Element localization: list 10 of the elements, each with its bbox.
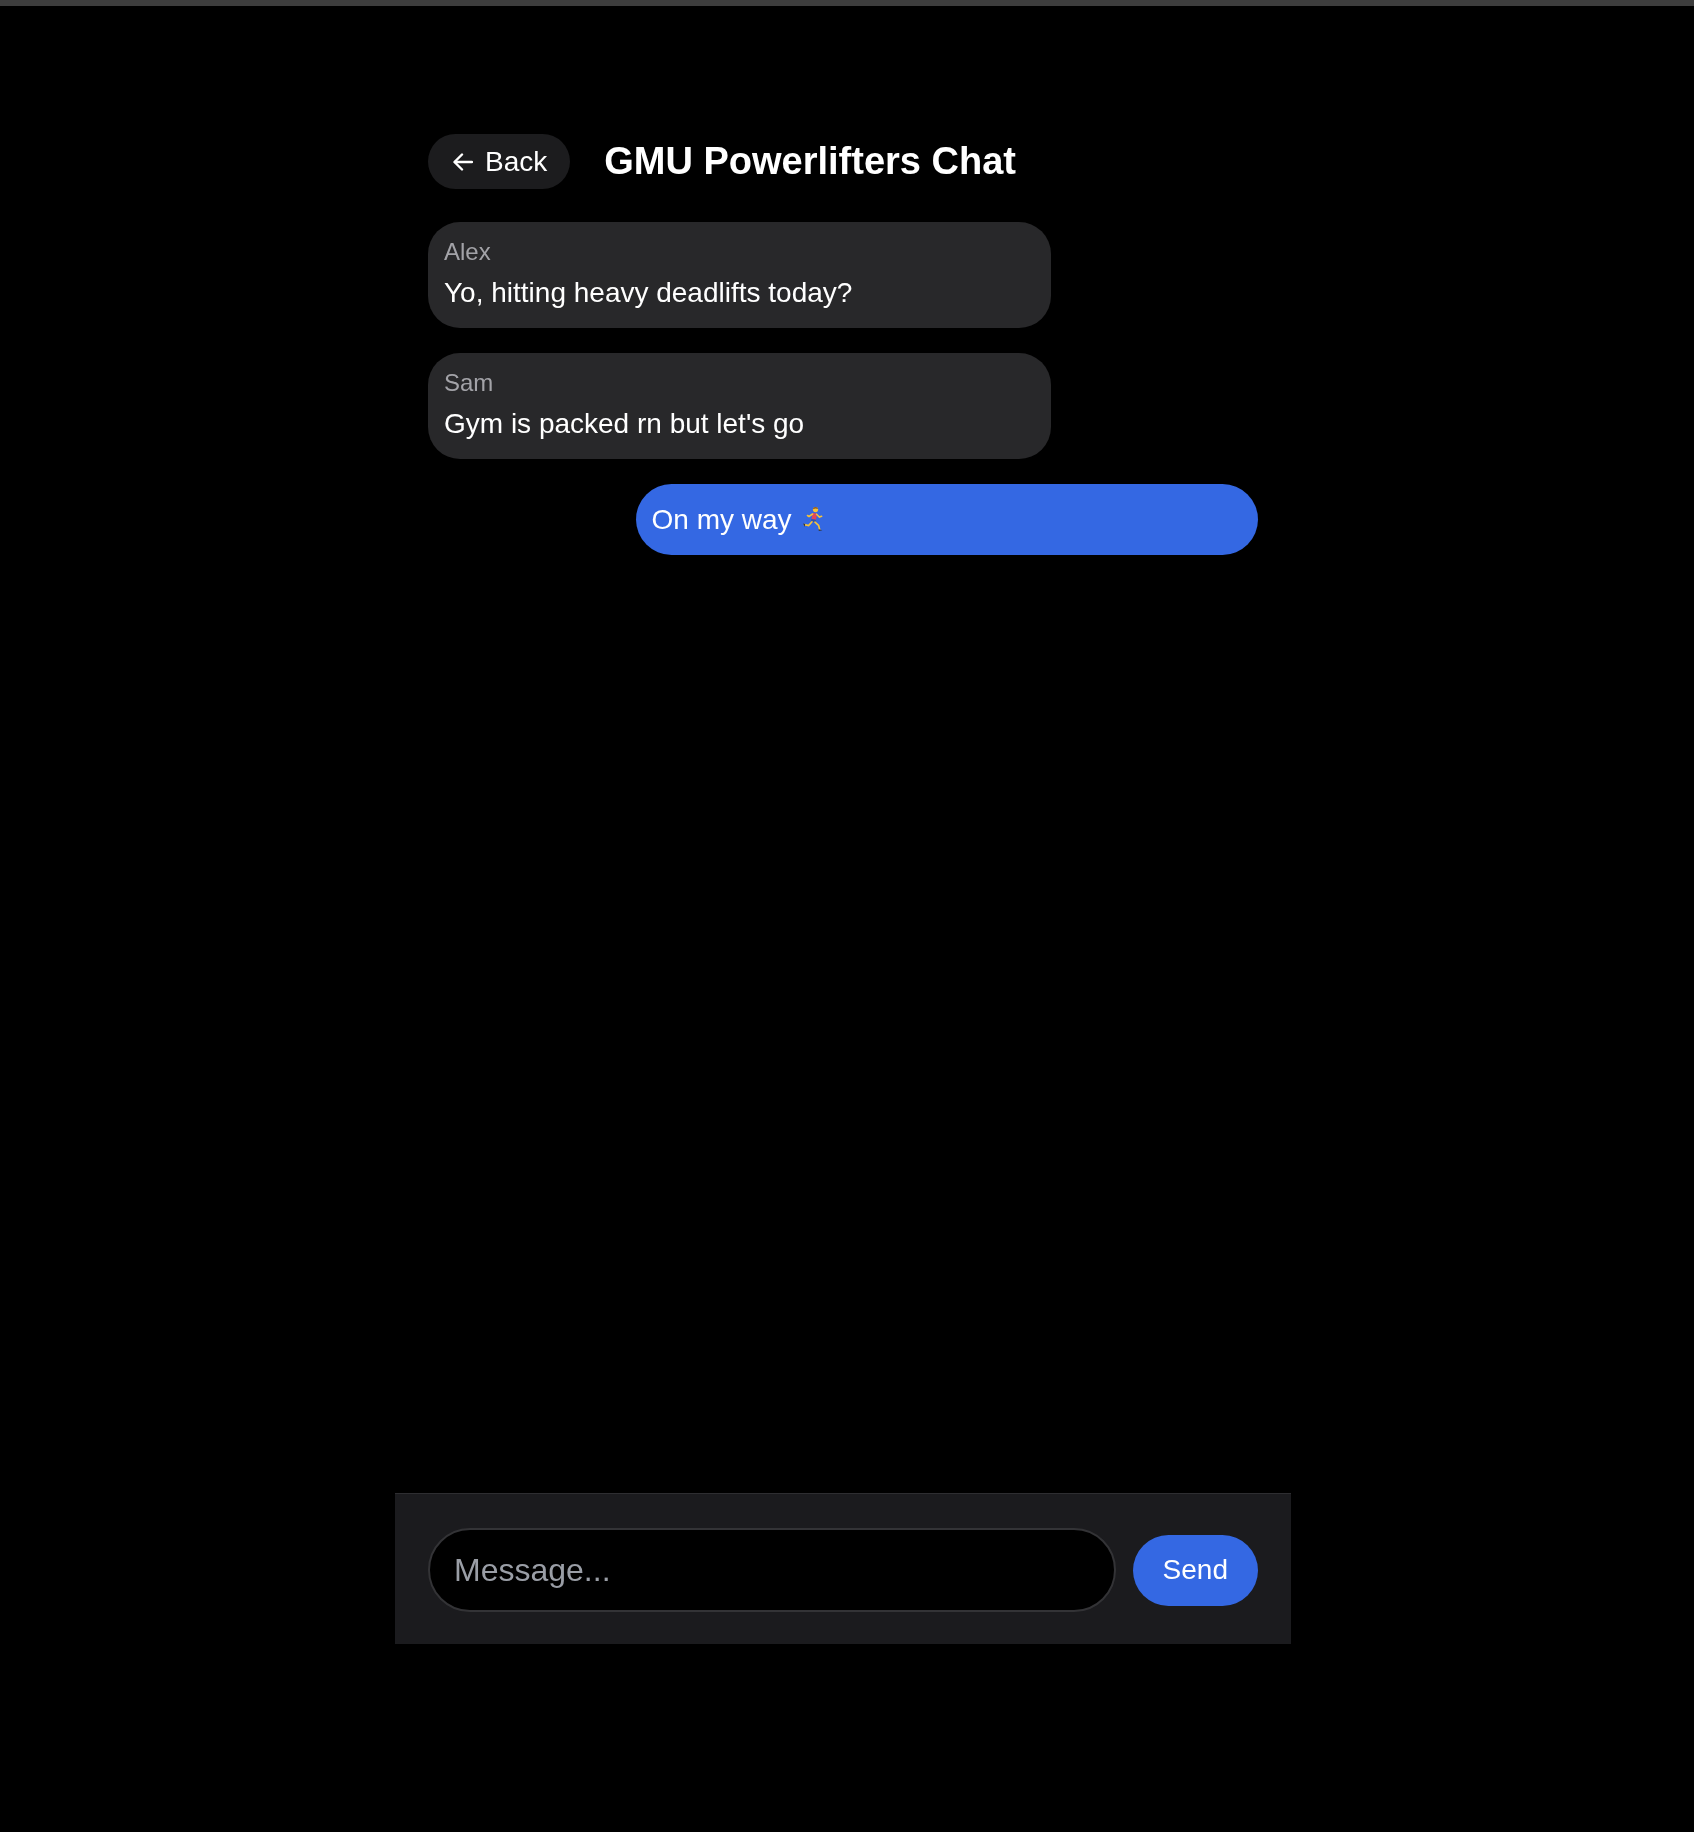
message-input[interactable]: Message...: [428, 1528, 1116, 1612]
sender-name: Alex: [444, 238, 492, 267]
back-button[interactable]: Back: [428, 134, 571, 189]
message-text: Gym is packed rn but let's go: [444, 406, 805, 441]
sender-name: Sam: [444, 368, 495, 398]
chat-title: GMU Powerlifters Chat: [604, 138, 1016, 184]
send-button[interactable]: Send: [1132, 1534, 1258, 1606]
message-text: On my way: [651, 502, 792, 537]
arrow-left-icon: [453, 152, 473, 171]
message-text: Yo, hitting heavy deadlifts today?: [444, 275, 853, 310]
